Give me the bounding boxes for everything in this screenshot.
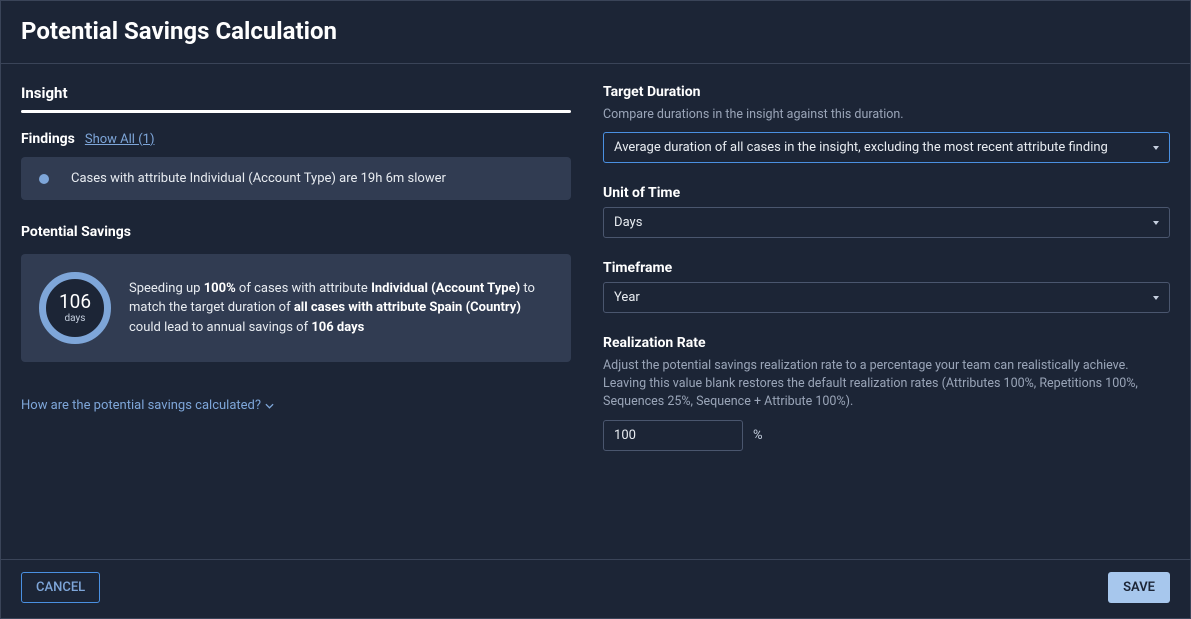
unit-of-time-label: Unit of Time bbox=[603, 185, 1170, 201]
caret-down-icon bbox=[1153, 296, 1159, 300]
dialog-header: Potential Savings Calculation bbox=[1, 1, 1190, 64]
unit-of-time-group: Unit of Time Days bbox=[603, 185, 1170, 238]
dialog-body: Insight Findings Show All (1) Cases with… bbox=[1, 64, 1190, 559]
help-link[interactable]: How are the potential savings calculated… bbox=[21, 398, 274, 413]
right-column: Target Duration Compare durations in the… bbox=[587, 84, 1170, 559]
findings-title: Findings bbox=[21, 131, 75, 147]
tab-underline bbox=[21, 110, 571, 113]
savings-description: Speeding up 100% of cases with attribute… bbox=[129, 279, 553, 338]
timeframe-label: Timeframe bbox=[603, 260, 1170, 276]
realization-rate-input[interactable] bbox=[603, 420, 743, 451]
realization-rate-input-row: % bbox=[603, 420, 1170, 451]
realization-rate-group: Realization Rate Adjust the potential sa… bbox=[603, 335, 1170, 450]
realization-rate-help: Adjust the potential savings realization… bbox=[603, 357, 1170, 411]
finding-text: Cases with attribute Individual (Account… bbox=[71, 171, 446, 186]
target-duration-group: Target Duration Compare durations in the… bbox=[603, 84, 1170, 163]
savings-donut: 106 days bbox=[39, 272, 111, 344]
potential-savings-title: Potential Savings bbox=[21, 224, 571, 240]
caret-down-icon bbox=[1153, 146, 1159, 150]
finding-card: Cases with attribute Individual (Account… bbox=[21, 157, 571, 200]
target-duration-help: Compare durations in the insight against… bbox=[603, 106, 1170, 124]
cancel-button[interactable]: CANCEL bbox=[21, 572, 100, 603]
insight-tab[interactable]: Insight bbox=[21, 84, 571, 102]
timeframe-group: Timeframe Year bbox=[603, 260, 1170, 313]
target-duration-label: Target Duration bbox=[603, 84, 1170, 100]
finding-bullet-icon bbox=[39, 174, 49, 184]
caret-down-icon bbox=[1153, 221, 1159, 225]
percent-label: % bbox=[753, 428, 763, 443]
timeframe-select[interactable]: Year bbox=[603, 282, 1170, 313]
savings-card: 106 days Speeding up 100% of cases with … bbox=[21, 254, 571, 362]
dialog-title: Potential Savings Calculation bbox=[21, 17, 1170, 45]
left-column: Insight Findings Show All (1) Cases with… bbox=[21, 84, 587, 559]
unit-of-time-select[interactable]: Days bbox=[603, 207, 1170, 238]
dialog-footer: CANCEL SAVE bbox=[1, 559, 1190, 615]
save-button[interactable]: SAVE bbox=[1108, 572, 1170, 603]
donut-unit: days bbox=[65, 313, 86, 324]
chevron-down-icon bbox=[265, 403, 274, 409]
show-all-link[interactable]: Show All (1) bbox=[85, 132, 155, 147]
findings-header: Findings Show All (1) bbox=[21, 131, 571, 147]
target-duration-select[interactable]: Average duration of all cases in the ins… bbox=[603, 132, 1170, 163]
donut-value: 106 bbox=[59, 292, 91, 311]
realization-rate-label: Realization Rate bbox=[603, 335, 1170, 351]
